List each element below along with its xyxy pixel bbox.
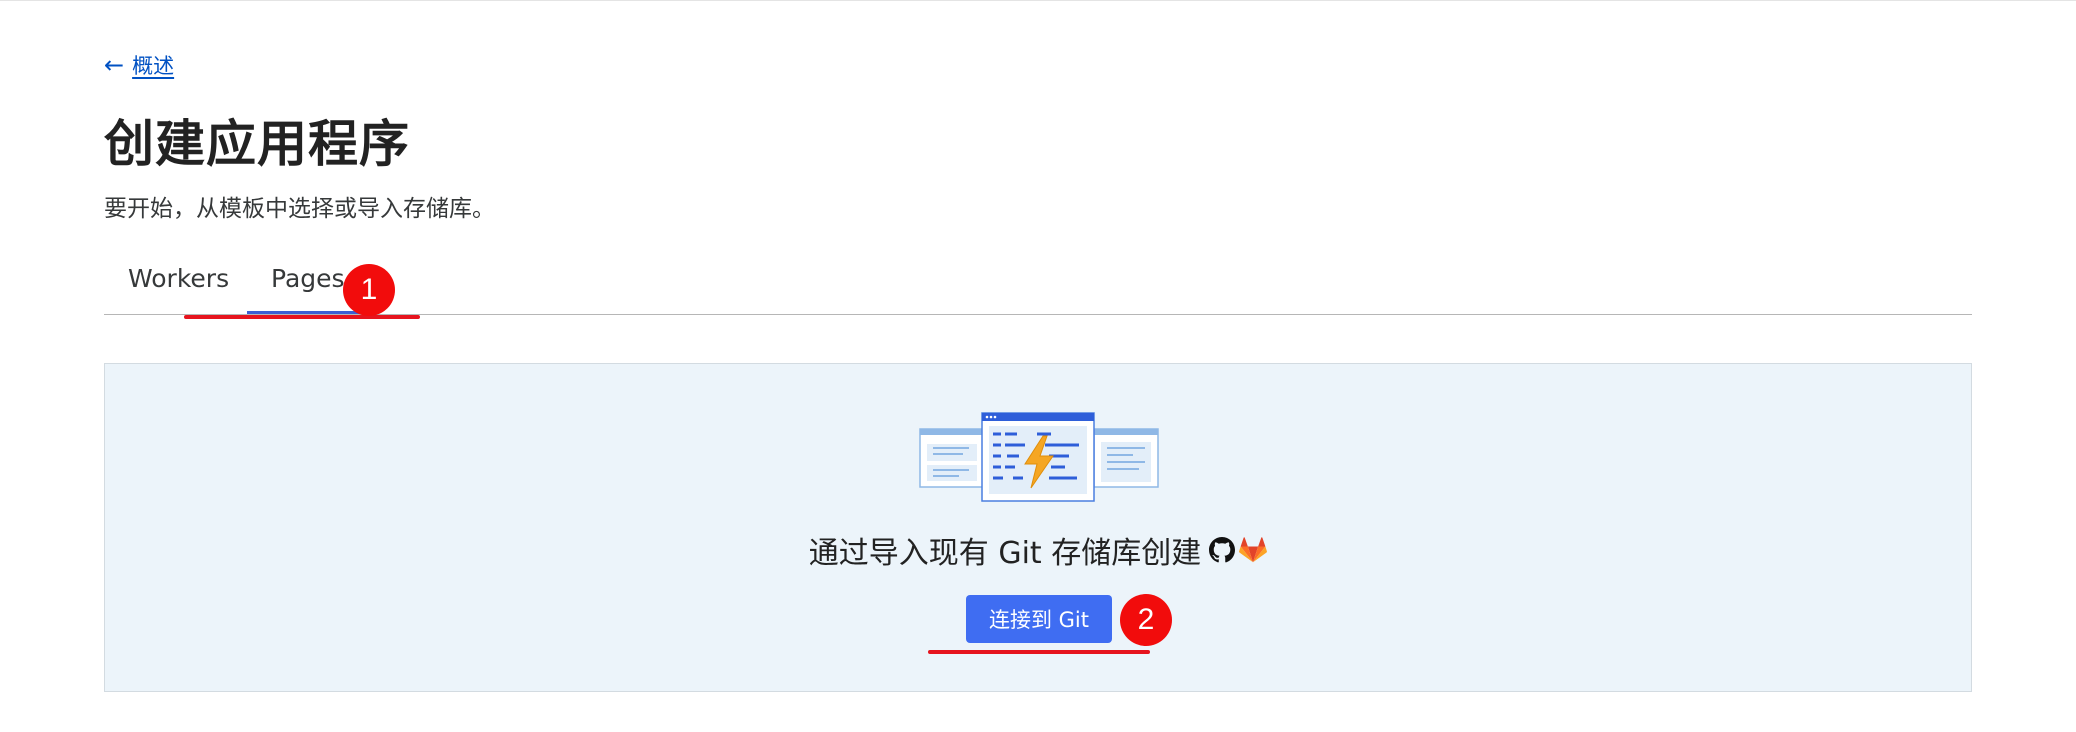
annotation-badge-2: 2 xyxy=(1120,594,1172,646)
gitlab-icon xyxy=(1239,537,1268,563)
page-title: 创建应用程序 xyxy=(104,115,410,173)
tab-pages-label[interactable]: Pages xyxy=(271,264,345,293)
panel-heading-text: 通过导入现有 Git 存储库创建 xyxy=(808,536,1202,571)
tab-workers[interactable]: Workers xyxy=(128,264,229,314)
back-link-label[interactable]: 概述 xyxy=(132,50,174,80)
github-icon xyxy=(1209,537,1236,563)
annotation-underline-2 xyxy=(928,650,1150,654)
connect-git-panel: 通过导入现有 Git 存储库创建 连接到 Git xyxy=(104,363,1972,692)
page: ← 概述 创建应用程序 要开始，从模板中选择或导入存储库。 Workers Pa… xyxy=(0,0,2076,732)
arrow-left-icon: ← xyxy=(104,51,125,79)
tab-active-indicator xyxy=(247,311,367,314)
page-subtitle: 要开始，从模板中选择或导入存储库。 xyxy=(104,196,495,222)
panel-heading: 通过导入现有 Git 存储库创建 xyxy=(105,528,1971,572)
back-link-overview[interactable]: ← 概述 xyxy=(104,50,174,80)
annotation-underline-1 xyxy=(184,315,420,319)
annotation-badge-1: 1 xyxy=(343,264,395,316)
git-import-illustration xyxy=(919,412,1159,502)
connect-to-git-button[interactable]: 连接到 Git xyxy=(966,595,1112,643)
top-divider xyxy=(0,0,2076,1)
tab-pages[interactable]: Pages xyxy=(247,264,367,314)
